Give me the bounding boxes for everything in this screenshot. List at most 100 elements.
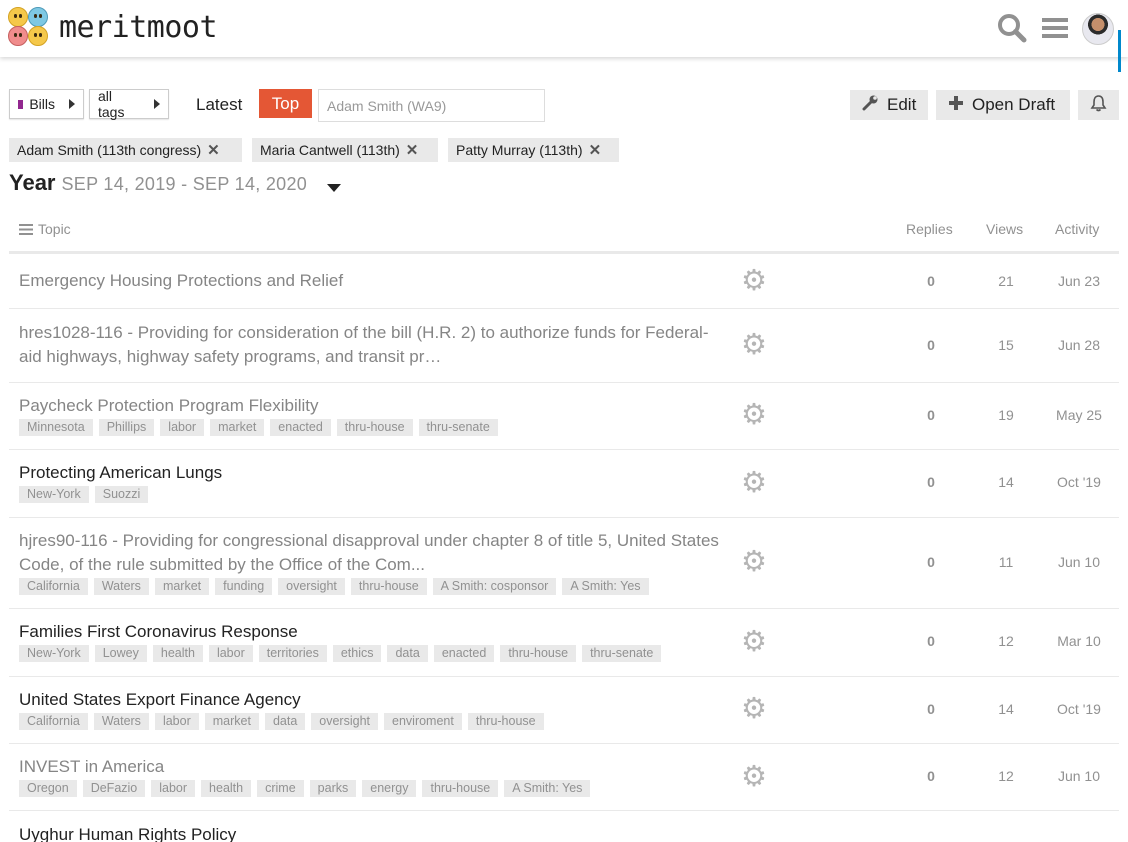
topic-row[interactable]: hres1028-116 - Providing for considerati… (9, 309, 1119, 383)
hamburger-menu-icon[interactable] (1040, 13, 1070, 43)
tag[interactable]: energy (362, 780, 417, 797)
tag[interactable]: ethics (332, 645, 382, 662)
tag[interactable]: data (387, 645, 428, 662)
open-draft-button[interactable]: Open Draft (936, 90, 1070, 120)
activity-date[interactable]: Jun 23 (1049, 273, 1109, 289)
activity-date[interactable]: Oct '19 (1049, 701, 1109, 717)
tag[interactable]: thru-house (350, 578, 427, 595)
gear-icon[interactable]: ⚙ (740, 695, 768, 724)
gear-icon[interactable]: ⚙ (740, 331, 768, 360)
tag[interactable]: territories (258, 645, 327, 662)
tag[interactable]: Suozzi (94, 486, 149, 503)
tag[interactable]: thru-senate (418, 419, 498, 436)
filter-chip[interactable]: Adam Smith (113th congress) ✕ (9, 138, 242, 162)
topic-title[interactable]: hjres90-116 - Providing for congressiona… (19, 529, 731, 577)
tag[interactable]: Minnesota (19, 419, 93, 436)
tag[interactable]: labor (151, 780, 196, 797)
topic-title[interactable]: Protecting American Lungs (19, 461, 731, 485)
tag[interactable]: enacted (270, 419, 331, 436)
tag[interactable]: data (264, 713, 306, 730)
gear-icon[interactable]: ⚙ (740, 469, 768, 498)
topic-row[interactable]: United States Export Finance Agency Cali… (9, 677, 1119, 744)
tag[interactable]: crime (257, 780, 304, 797)
topic-title[interactable]: Emergency Housing Protections and Relief (19, 269, 731, 293)
topic-row[interactable]: hjres90-116 - Providing for congressiona… (9, 518, 1119, 609)
tag[interactable]: Lowey (94, 645, 147, 662)
tag[interactable]: oversight (311, 713, 379, 730)
site-logo[interactable]: meritmoot (8, 7, 218, 47)
tag[interactable]: A Smith: cosponsor (432, 578, 557, 595)
tag[interactable]: funding (215, 578, 273, 595)
topic-title[interactable]: INVEST in America (19, 755, 731, 779)
edit-button[interactable]: Edit (850, 90, 928, 120)
gear-icon[interactable]: ⚙ (740, 628, 768, 657)
tag[interactable]: thru-house (467, 713, 544, 730)
activity-date[interactable]: Jun 10 (1049, 554, 1109, 570)
tag[interactable]: thru-house (422, 780, 499, 797)
tag[interactable]: Waters (93, 713, 149, 730)
nav-top[interactable]: Top (259, 89, 312, 118)
tag[interactable]: Waters (93, 578, 149, 595)
gear-icon[interactable]: ⚙ (740, 548, 768, 577)
column-header-activity[interactable]: Activity (1055, 221, 1099, 237)
topic-title[interactable]: hres1028-116 - Providing for considerati… (19, 321, 731, 369)
close-icon[interactable]: ✕ (207, 141, 220, 159)
topic-row[interactable]: Paycheck Protection Program Flexibility … (9, 383, 1119, 450)
filter-input[interactable] (318, 89, 545, 122)
gear-icon[interactable]: ⚙ (740, 267, 768, 296)
tag[interactable]: oversight (278, 578, 345, 595)
user-avatar[interactable] (1082, 13, 1114, 45)
tag[interactable]: Oregon (19, 780, 77, 797)
tag[interactable]: health (152, 645, 203, 662)
topic-title[interactable]: Uyghur Human Rights Policy (19, 823, 731, 842)
activity-date[interactable]: Oct '19 (1049, 474, 1109, 490)
topic-row[interactable]: Families First Coronavirus Response New-… (9, 609, 1119, 677)
topic-row[interactable]: Emergency Housing Protections and Relief… (9, 254, 1119, 309)
tag[interactable]: A Smith: Yes (562, 578, 649, 595)
tag[interactable]: A Smith: Yes (504, 780, 591, 797)
topic-title[interactable]: United States Export Finance Agency (19, 688, 731, 712)
tag[interactable]: California (19, 578, 88, 595)
tag[interactable]: enacted (433, 645, 495, 662)
tag[interactable]: thru-senate (582, 645, 662, 662)
tag[interactable]: enviroment (384, 713, 462, 730)
column-header-views[interactable]: Views (986, 221, 1023, 237)
tag[interactable]: DeFazio (82, 780, 146, 797)
tag[interactable]: labor (160, 419, 205, 436)
activity-date[interactable]: May 25 (1049, 407, 1109, 423)
filter-chip[interactable]: Maria Cantwell (113th) ✕ (252, 138, 438, 162)
tag[interactable]: New-York (19, 486, 89, 503)
tag[interactable]: parks (309, 780, 357, 797)
tag[interactable]: thru-house (336, 419, 413, 436)
tag[interactable]: thru-house (500, 645, 577, 662)
tag[interactable]: Phillips (98, 419, 155, 436)
tag[interactable]: health (201, 780, 252, 797)
tag[interactable]: California (19, 713, 88, 730)
topic-row[interactable]: INVEST in America Oregon DeFazio labor h… (9, 744, 1119, 811)
tag[interactable]: labor (154, 713, 199, 730)
filter-chip[interactable]: Patty Murray (113th) ✕ (448, 138, 619, 162)
tags-dropdown[interactable]: all tags (89, 88, 169, 120)
activity-date[interactable]: Jun 28 (1049, 337, 1109, 353)
caret-down-icon[interactable] (327, 184, 342, 192)
close-icon[interactable]: ✕ (406, 141, 419, 159)
nav-latest[interactable]: Latest (196, 95, 242, 115)
search-icon[interactable] (997, 13, 1027, 43)
activity-date[interactable]: Jun 10 (1049, 768, 1109, 784)
tag[interactable]: market (204, 713, 259, 730)
tag[interactable]: labor (208, 645, 253, 662)
topic-title[interactable]: Paycheck Protection Program Flexibility (19, 394, 731, 418)
gear-icon[interactable]: ⚙ (740, 401, 768, 430)
tag[interactable]: New-York (19, 645, 89, 662)
close-icon[interactable]: ✕ (589, 141, 602, 159)
notifications-button[interactable] (1078, 90, 1119, 120)
tag[interactable]: market (154, 578, 210, 595)
topic-row[interactable]: Protecting American Lungs New-York Suozz… (9, 450, 1119, 518)
topic-row[interactable]: Uyghur Human Rights Policy (9, 811, 1119, 842)
period-selector[interactable]: Year SEP 14, 2019 - SEP 14, 2020 (9, 170, 342, 196)
gear-icon[interactable]: ⚙ (740, 763, 768, 792)
category-dropdown[interactable]: Bills (9, 89, 84, 119)
column-header-replies[interactable]: Replies (906, 221, 953, 237)
activity-date[interactable]: Mar 10 (1049, 633, 1109, 649)
tag[interactable]: market (210, 419, 265, 436)
